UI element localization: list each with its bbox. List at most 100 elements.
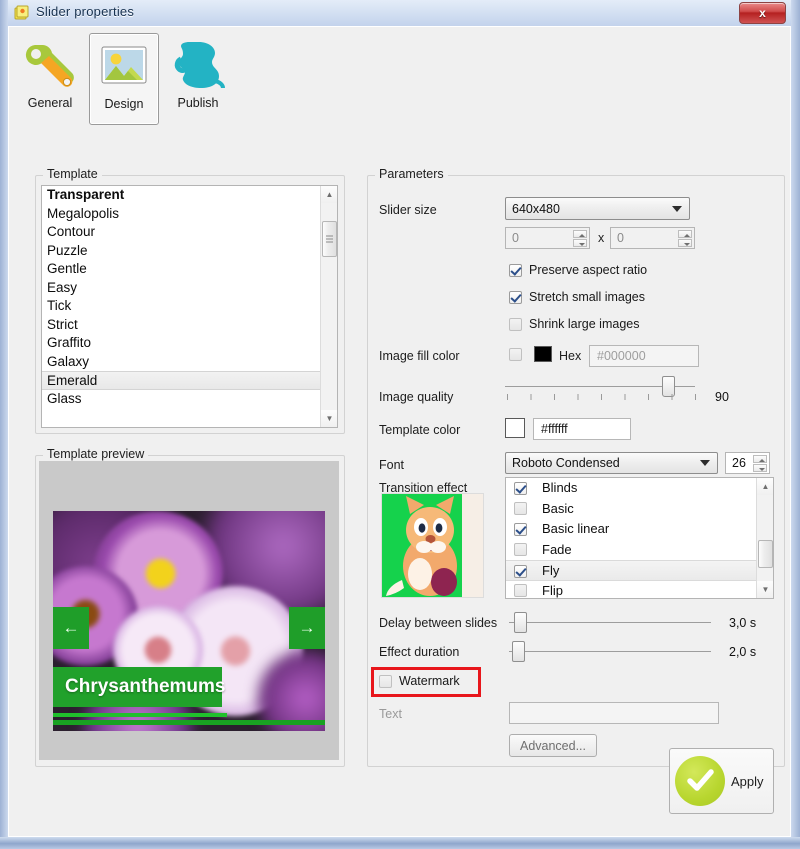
transition-basic-linear-checkbox[interactable] (514, 523, 527, 536)
list-item[interactable]: Basic (506, 499, 773, 520)
hex-label: Hex (559, 349, 581, 363)
dialog-client-area: General Design (8, 26, 791, 837)
window-title: Slider properties (36, 4, 134, 19)
apply-button[interactable]: Apply (669, 748, 774, 814)
list-item[interactable]: Transparent (42, 186, 337, 205)
transition-blinds-checkbox[interactable] (514, 482, 527, 495)
list-item[interactable]: Puzzle (42, 242, 337, 261)
font-size-value: 26 (732, 456, 746, 470)
transition-basic-checkbox[interactable] (514, 502, 527, 515)
scroll-down-icon[interactable]: ▼ (321, 410, 338, 427)
effect-duration-value: 2,0 s (729, 645, 756, 659)
effect-duration-thumb[interactable] (512, 641, 525, 662)
image-fill-hex-input[interactable]: #000000 (589, 345, 699, 367)
transition-fade-checkbox[interactable] (514, 543, 527, 556)
delay-between-slides-label: Delay between slides (379, 616, 497, 630)
tab-publish[interactable]: Publish (163, 33, 233, 125)
scroll-up-icon[interactable]: ▲ (321, 186, 338, 203)
watermark-highlight-box (371, 667, 481, 697)
preview-next-button[interactable]: → (289, 607, 325, 649)
title-bar: Slider properties x (0, 0, 800, 26)
preview-caption-bar: Chrysanthemums (53, 667, 222, 707)
font-label: Font (379, 458, 404, 472)
transition-effect-list[interactable]: Blinds Basic Basic linear Fade Fly (505, 477, 774, 599)
list-item-label: Basic linear (542, 521, 609, 536)
slider-size-value: 640x480 (512, 202, 560, 216)
transition-list-scrollbar[interactable]: ▲ ▼ (756, 478, 773, 598)
stretch-small-images-checkbox[interactable] (509, 291, 522, 304)
delay-slider-thumb[interactable] (514, 612, 527, 633)
preview-prev-button[interactable]: ← (53, 607, 89, 649)
list-item-label: Fly (542, 563, 559, 578)
list-item[interactable]: Tick (42, 297, 337, 316)
list-item[interactable]: Flip (506, 581, 773, 600)
font-size-stepper[interactable]: 26 (725, 452, 770, 474)
advanced-button[interactable]: Advanced... (509, 734, 597, 757)
preview-progress-fill (53, 713, 227, 717)
dialog-window: Slider properties x General (0, 0, 800, 849)
scroll-up-icon[interactable]: ▲ (757, 478, 774, 495)
list-item[interactable]: Graffito (42, 334, 337, 353)
window-border-bottom (0, 837, 800, 849)
stepper-buttons[interactable] (753, 455, 767, 472)
list-item-label: Blinds (542, 480, 577, 495)
slider-size-select[interactable]: 640x480 (505, 197, 690, 220)
list-item[interactable]: Strict (42, 316, 337, 335)
stepper-buttons[interactable] (678, 230, 692, 247)
delay-slider-track[interactable] (509, 622, 711, 623)
slider-height-value: 0 (617, 231, 624, 245)
list-item[interactable]: Contour (42, 223, 337, 242)
preview-progress-bar (53, 720, 325, 725)
slider-size-label: Slider size (379, 203, 437, 217)
tab-general[interactable]: General (15, 33, 85, 125)
template-color-swatch[interactable] (505, 418, 525, 438)
list-item-selected[interactable]: Emerald (42, 371, 337, 390)
list-item[interactable]: Galaxy (42, 353, 337, 372)
template-list[interactable]: Transparent Megalopolis Contour Puzzle G… (41, 185, 338, 428)
list-item[interactable]: Fade (506, 540, 773, 561)
shrink-large-images-checkbox[interactable] (509, 318, 522, 331)
transition-flip-checkbox[interactable] (514, 584, 527, 597)
preserve-aspect-ratio-checkbox[interactable] (509, 264, 522, 277)
template-color-input[interactable]: #ffffff (533, 418, 631, 440)
image-quality-value: 90 (715, 390, 729, 404)
list-item-selected[interactable]: Fly (506, 560, 773, 581)
scrollbar-thumb[interactable] (322, 221, 337, 257)
scroll-down-icon[interactable]: ▼ (757, 581, 774, 598)
list-item-label: Basic (542, 501, 574, 516)
transition-fly-checkbox[interactable] (514, 565, 527, 578)
image-fill-color-swatch[interactable] (534, 346, 552, 362)
wrench-icon (21, 37, 79, 95)
close-button[interactable]: x (739, 2, 786, 24)
tab-design-label: Design (105, 97, 144, 111)
list-item[interactable]: Gentle (42, 260, 337, 279)
slider-width-stepper[interactable]: 0 (505, 227, 590, 249)
list-item[interactable]: Easy (42, 279, 337, 298)
image-fill-color-checkbox[interactable] (509, 348, 522, 361)
template-color-value: #ffffff (541, 422, 568, 436)
scrollbar-thumb[interactable] (758, 540, 773, 568)
list-item[interactable]: Megalopolis (42, 205, 337, 224)
window-border-right (791, 0, 800, 849)
template-group: Template Transparent Megalopolis Contour… (35, 175, 345, 434)
upload-globe-icon (169, 37, 227, 95)
tab-design[interactable]: Design (89, 33, 159, 125)
list-item-label: Flip (542, 583, 563, 598)
delay-slider-value: 3,0 s (729, 616, 756, 630)
list-item[interactable]: Blinds (506, 478, 773, 499)
list-item[interactable]: Basic linear (506, 519, 773, 540)
picture-icon (95, 38, 153, 96)
effect-duration-label: Effect duration (379, 645, 459, 659)
arrow-right-icon: → (299, 618, 316, 638)
slider-height-stepper[interactable]: 0 (610, 227, 695, 249)
close-icon: x (759, 6, 766, 20)
list-item[interactable]: Glass (42, 390, 337, 409)
stepper-buttons[interactable] (573, 230, 587, 247)
effect-duration-track[interactable] (509, 651, 711, 652)
watermark-text-input[interactable] (509, 702, 719, 724)
list-item-label: Fade (542, 542, 572, 557)
template-list-scrollbar[interactable]: ▲ ▼ (320, 186, 337, 427)
font-select[interactable]: Roboto Condensed (505, 452, 718, 474)
chevron-down-icon (672, 206, 682, 212)
preserve-aspect-ratio-label: Preserve aspect ratio (529, 263, 647, 277)
